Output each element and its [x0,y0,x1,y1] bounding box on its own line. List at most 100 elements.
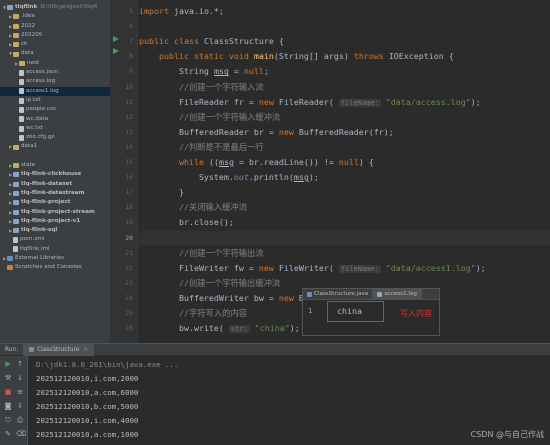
code-token: public static void [158,51,254,62]
module-icon [13,200,19,206]
run-class-icon[interactable] [113,36,119,42]
stop-icon[interactable]: ■ [4,388,12,396]
code-line[interactable]: //创建一个字符输入缓冲流 [139,110,550,124]
tree-item[interactable]: ▶ .idea [0,12,110,21]
code-line[interactable] [139,230,550,245]
tree-item[interactable]: ▶ tlq-flink-project-stream [0,208,110,217]
tree-item-label: data [21,50,34,57]
down-icon[interactable]: ↓ [16,374,24,382]
pin-icon[interactable]: ✎ [4,430,12,438]
tree-item[interactable]: ▶ tlq-flink-datastream [0,189,110,198]
line-number: 8 [129,52,133,61]
tree-item[interactable]: ▶ ck [0,40,110,49]
line-number: 20 [125,233,133,242]
tree-item[interactable]: ▼ data [0,49,110,58]
line-number-gutter: 5 6 7 8 9 10 11 12 13 14 15 16 17 18 19 20 21 22 23 24 25 26 [110,0,138,343]
tree-item[interactable]: ▶ tlq-flink-project-v1 [0,217,110,226]
tree-item[interactable]: people.csv [0,105,110,114]
line-number: 24 [125,293,133,302]
code-line[interactable]: FileWriter fw = new FileWriter( fileName… [139,261,550,275]
tree-item[interactable]: ▶ data1 [0,142,110,151]
tree-item-label: tlq-flink-sql [21,227,58,234]
tree-item[interactable]: ▶ tlq-flink-project [0,198,110,207]
trash-icon[interactable]: ⌫ [16,430,26,438]
code-line[interactable]: import java.io.*; [139,4,550,18]
module-icon [13,181,19,187]
line-number: 12 [125,112,133,121]
file-icon [13,246,18,253]
soft-wrap-icon[interactable]: ≡ [16,388,24,396]
tree-item[interactable]: wc.txt [0,124,110,133]
tree-item[interactable]: ip.txt [0,96,110,105]
tree-item[interactable]: ▶ tlq-flink-sql [0,226,110,235]
code-line[interactable]: while ((msg = br.readLine()) != null) { [139,155,550,169]
file-icon [19,69,24,76]
code-token: BufferedReader(fr); [298,126,394,137]
code-line[interactable]: public class ClassStructure { [139,34,550,48]
code-line[interactable]: //创建一个字符输出流 [139,246,550,260]
tree-item[interactable]: access.json [0,68,110,77]
code-token: //创建一个字符输入缓冲流 [178,111,281,122]
code-token: String [139,66,214,77]
tree-item[interactable]: ▼ tlqflink D:\Ith\project\tlqfl [0,3,110,12]
code-line[interactable]: //判断是不是最后一行 [139,140,550,154]
tree-item[interactable]: tlqflink.iml [0,245,110,254]
print-icon[interactable]: ⎙ [16,416,24,424]
code-line[interactable]: String msg = null; [139,64,550,78]
code-line[interactable] [139,19,550,33]
tree-item[interactable]: ▶ External Libraries [0,254,110,263]
popup-line-number: 1 [308,307,313,315]
scroll-end-icon[interactable]: ⇩ [16,402,24,410]
code-token: "china" [249,323,290,334]
tree-item[interactable]: Scratches and Consoles [0,263,110,272]
code-token: IOException { [388,51,454,62]
tree-item[interactable]: ▶ state [0,161,110,170]
code-line[interactable]: BufferedReader br = new BufferedReader(f… [139,125,550,139]
tree-item[interactable]: ▶ tlq-flink-dataset [0,180,110,189]
code-line[interactable]: FileReader fr = new FileReader( fileName… [139,95,550,109]
tree-item[interactable]: wc.data [0,115,110,124]
up-icon[interactable]: ↑ [16,360,24,368]
code-token: bw.write( [139,323,229,334]
code-line[interactable]: //关闭输入缓冲流 [139,200,550,214]
tree-item[interactable]: access.log [0,77,110,86]
code-token: msg [218,157,234,167]
camera-icon[interactable]: ◙ [4,402,12,410]
rerun-icon[interactable]: ▶ [4,360,12,368]
code-token: main [253,51,274,62]
popup-tab-java[interactable]: ClassStructure.java [303,289,374,299]
tree-item[interactable]: ▶ 2022 [0,22,110,31]
code-token: new [278,292,299,303]
popup-tab-log[interactable]: access1.log [373,289,422,299]
tree-item[interactable]: ▶ tlq-flink-clickhouse [0,170,110,179]
code-line[interactable]: System.out.println(msg); [139,170,550,184]
code-token: public class [139,36,204,47]
line-number: 22 [125,263,133,272]
exit-icon[interactable]: ⎋ [4,416,12,424]
line-number: 17 [125,188,133,197]
tree-item[interactable]: pom.xml [0,235,110,244]
code-line[interactable]: //创建一个字符输入流 [139,80,550,94]
tree-item[interactable]: ▶ nest [0,59,110,68]
code-line[interactable]: } [139,185,550,199]
line-number: 15 [125,158,133,166]
lib-icon [7,256,13,262]
tree-item[interactable]: zoo.cfg.gz [0,133,110,142]
code-line[interactable]: public static void main(String[] args) t… [139,49,550,63]
wrench-icon[interactable]: ⚒ [4,374,12,382]
tree-item-label: wc.data [26,115,49,122]
code-line[interactable]: br.close(); [139,215,550,229]
code-token: throws [353,51,389,62]
tree-item[interactable]: access1.log [0,86,110,96]
tree-item[interactable]: ▶ 202205 [0,31,110,40]
close-icon[interactable]: × [83,347,88,353]
code-token: //创建一个字符输出缓冲流 [178,277,281,288]
run-tab[interactable]: ClassStructure × [23,343,95,356]
tree-item[interactable] [0,152,110,161]
run-main-icon[interactable] [113,48,119,54]
